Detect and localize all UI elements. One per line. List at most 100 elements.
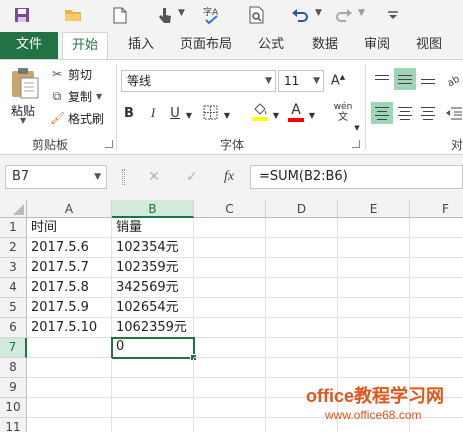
chevron-down-icon[interactable]: ▼: [307, 105, 317, 125]
chevron-down-icon[interactable]: ▼: [178, 8, 185, 18]
tab-page-layout[interactable]: 页面布局: [174, 32, 238, 59]
spelling-icon[interactable]: 字A: [200, 5, 224, 25]
touch-mode-icon[interactable]: [155, 5, 175, 25]
cell-a10[interactable]: [27, 398, 112, 418]
clipboard-launcher-icon[interactable]: [105, 140, 113, 148]
align-top-button[interactable]: [371, 68, 393, 90]
cell-f2[interactable]: [410, 238, 463, 258]
tab-file[interactable]: 文件: [0, 32, 58, 59]
cell-c7[interactable]: [194, 338, 266, 358]
cell-d4[interactable]: [266, 278, 338, 298]
chevron-down-icon[interactable]: ▼: [96, 92, 102, 101]
column-header-c[interactable]: C: [194, 200, 266, 218]
chevron-down-icon[interactable]: ▼: [352, 118, 362, 138]
cell-c4[interactable]: [194, 278, 266, 298]
chevron-down-icon[interactable]: ▼: [315, 8, 322, 18]
cell-c10[interactable]: [194, 398, 266, 418]
row-header-2[interactable]: 2: [0, 238, 27, 258]
cell-e5[interactable]: [338, 298, 410, 318]
row-header-4[interactable]: 4: [0, 278, 27, 298]
decrease-indent-button[interactable]: [443, 102, 463, 124]
cell-f4[interactable]: [410, 278, 463, 298]
row-header-7[interactable]: 7: [0, 338, 27, 358]
chevron-down-icon[interactable]: ▼: [271, 105, 281, 125]
row-header-11[interactable]: 11: [0, 418, 27, 432]
align-center-button[interactable]: [394, 102, 416, 124]
tab-view[interactable]: 视图: [408, 32, 450, 59]
new-file-icon[interactable]: [110, 5, 130, 25]
cell-f3[interactable]: [410, 258, 463, 278]
cell-d6[interactable]: [266, 318, 338, 338]
orientation-button[interactable]: ab: [443, 68, 463, 90]
cell-d7[interactable]: [266, 338, 338, 358]
tab-home[interactable]: 开始: [62, 32, 108, 60]
paste-button[interactable]: 粘贴 ▼: [6, 64, 44, 126]
save-icon[interactable]: [12, 5, 32, 25]
cell-c3[interactable]: [194, 258, 266, 278]
cell-b11[interactable]: [112, 418, 194, 432]
row-header-5[interactable]: 5: [0, 298, 27, 318]
cell-a1[interactable]: 时间: [27, 218, 112, 238]
cell-b1[interactable]: 销量: [112, 218, 194, 238]
tab-review[interactable]: 审阅: [356, 32, 398, 59]
cell-d3[interactable]: [266, 258, 338, 278]
tab-insert[interactable]: 插入: [120, 32, 162, 59]
cell-d5[interactable]: [266, 298, 338, 318]
copy-button[interactable]: ⧉ 复制 ▼: [50, 87, 102, 105]
column-header-f[interactable]: F: [410, 200, 463, 218]
font-color-button[interactable]: A: [286, 100, 306, 124]
cell-d8[interactable]: [266, 358, 338, 378]
row-header-1[interactable]: 1: [0, 218, 27, 238]
cell-a4[interactable]: 2017.5.8: [27, 278, 112, 298]
cell-b3[interactable]: 102359元: [112, 258, 194, 278]
cell-a2[interactable]: 2017.5.6: [27, 238, 112, 258]
font-launcher-icon[interactable]: [352, 140, 360, 148]
row-header-8[interactable]: 8: [0, 358, 27, 378]
chevron-down-icon[interactable]: ▼: [222, 105, 232, 125]
name-box[interactable]: B7 ▼: [5, 165, 107, 189]
cell-b9[interactable]: [112, 378, 194, 398]
cell-c2[interactable]: [194, 238, 266, 258]
tab-formulas[interactable]: 公式: [250, 32, 292, 59]
cell-c8[interactable]: [194, 358, 266, 378]
formula-bar-grip[interactable]: [122, 169, 125, 185]
cell-b7[interactable]: 0: [111, 337, 197, 361]
underline-button[interactable]: U: [168, 103, 182, 123]
format-painter-button[interactable]: 🖌 格式刷: [50, 109, 104, 127]
align-left-button[interactable]: [371, 102, 393, 124]
column-header-b[interactable]: B: [112, 200, 194, 218]
cell-a3[interactable]: 2017.5.7: [27, 258, 112, 278]
cell-e4[interactable]: [338, 278, 410, 298]
formula-input[interactable]: =SUM(B2:B6): [250, 165, 463, 189]
cell-f1[interactable]: [410, 218, 463, 238]
cell-c1[interactable]: [194, 218, 266, 238]
row-header-6[interactable]: 6: [0, 318, 27, 338]
tab-data[interactable]: 数据: [304, 32, 346, 59]
cell-b8[interactable]: [112, 358, 194, 378]
enter-button[interactable]: ✓: [181, 167, 203, 187]
cell-e8[interactable]: [338, 358, 410, 378]
cell-a9[interactable]: [27, 378, 112, 398]
cell-b5[interactable]: 102654元: [112, 298, 194, 318]
align-bottom-button[interactable]: [417, 68, 439, 90]
column-header-a[interactable]: A: [27, 200, 112, 218]
row-header-10[interactable]: 10: [0, 398, 27, 418]
cell-f7[interactable]: [410, 338, 463, 358]
cell-e6[interactable]: [338, 318, 410, 338]
fill-color-button[interactable]: [250, 100, 270, 124]
borders-button[interactable]: [200, 102, 220, 122]
cell-b4[interactable]: 342569元: [112, 278, 194, 298]
cell-c6[interactable]: [194, 318, 266, 338]
print-preview-icon[interactable]: [246, 5, 268, 25]
customize-icon[interactable]: [385, 5, 401, 25]
cut-button[interactable]: ✂ 剪切: [50, 65, 92, 83]
cell-b6[interactable]: 1062359元: [112, 318, 194, 338]
cell-f6[interactable]: [410, 318, 463, 338]
cell-d2[interactable]: [266, 238, 338, 258]
align-right-button[interactable]: [417, 102, 439, 124]
row-header-9[interactable]: 9: [0, 378, 27, 398]
italic-button[interactable]: I: [146, 103, 160, 123]
cell-b2[interactable]: 102354元: [112, 238, 194, 258]
chevron-down-icon[interactable]: ▼: [184, 105, 194, 125]
cell-c11[interactable]: [194, 418, 266, 432]
